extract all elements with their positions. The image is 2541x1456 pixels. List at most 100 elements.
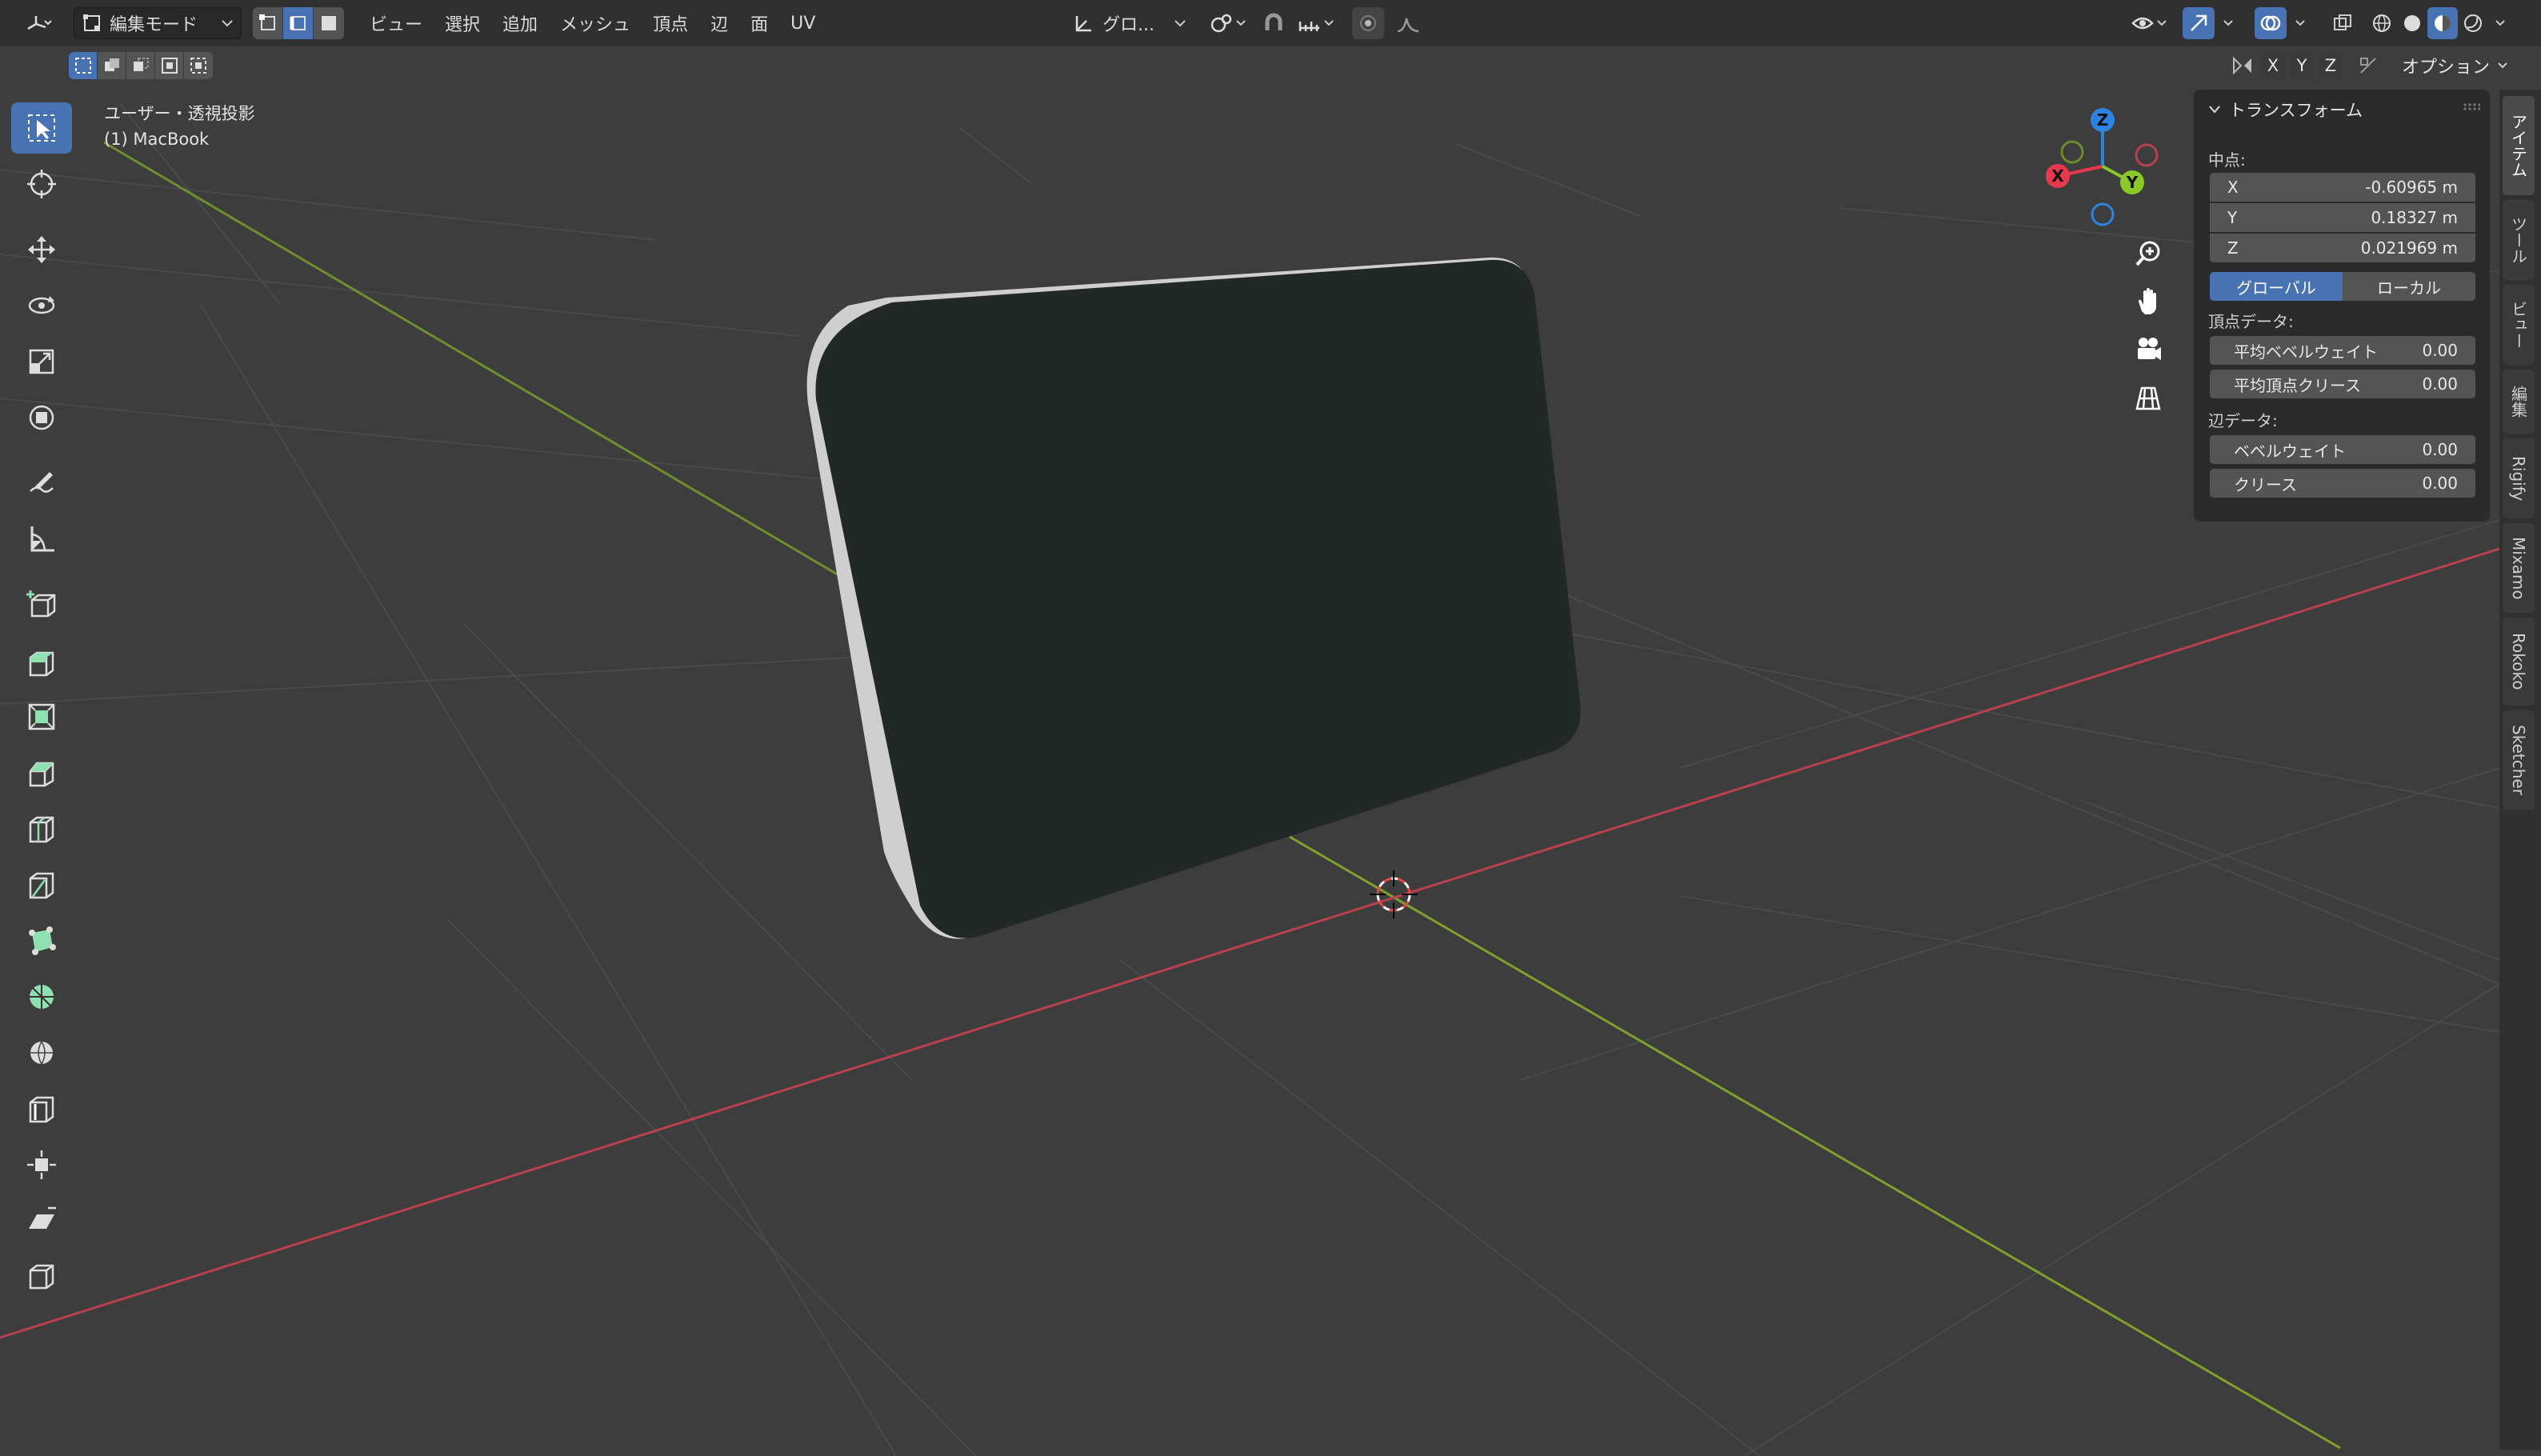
xray-toggle[interactable] xyxy=(2327,7,2359,39)
smooth-tool[interactable] xyxy=(11,1027,72,1078)
transform-tool[interactable] xyxy=(11,392,72,443)
crease-value: 0.00 xyxy=(2422,474,2458,493)
menu-view[interactable]: ビュー xyxy=(358,7,434,39)
y-axis-line xyxy=(103,141,841,578)
snap-target-dropdown[interactable] xyxy=(1291,7,1341,39)
select-subtract-button[interactable] xyxy=(126,52,155,79)
material-shading-button[interactable] xyxy=(2427,7,2458,39)
wireframe-shading-button[interactable] xyxy=(2367,7,2397,39)
menu-uv[interactable]: UV xyxy=(779,7,826,39)
proportional-edit-toggle[interactable] xyxy=(1352,7,1384,39)
edge-slide-tool[interactable] xyxy=(11,1083,72,1134)
tab-rigify[interactable]: Rigify xyxy=(2503,438,2535,518)
select-new-button[interactable] xyxy=(69,52,98,79)
mean-bevel-weight-field[interactable]: 平均ベベルウェイト 0.00 xyxy=(2210,336,2475,365)
transform-orientation-dropdown[interactable]: グロ... xyxy=(1066,7,1194,39)
chevron-down-icon xyxy=(2495,19,2505,27)
navigation-gizmo[interactable]: Z X Y xyxy=(2032,101,2160,229)
transform-panel-header[interactable]: トランスフォーム xyxy=(2208,98,2363,122)
spin-tool[interactable] xyxy=(11,971,72,1022)
bevel-weight-field[interactable]: ベベルウェイト 0.00 xyxy=(2210,435,2475,464)
knife-tool[interactable] xyxy=(11,859,72,910)
overlays-dropdown[interactable] xyxy=(2288,7,2312,39)
tab-edit[interactable]: 編集 xyxy=(2503,370,2535,434)
select-intersect-button[interactable] xyxy=(184,52,213,79)
median-z-field[interactable]: Z 0.021969 m xyxy=(2210,234,2475,262)
select-extend-button[interactable] xyxy=(98,52,126,79)
topology-mirror-toggle[interactable] xyxy=(2352,52,2384,79)
ortho-toggle-button[interactable] xyxy=(2127,376,2170,419)
local-space-button[interactable]: ローカル xyxy=(2343,272,2475,301)
median-x-field[interactable]: X -0.60965 m xyxy=(2210,173,2475,202)
camera-view-button[interactable] xyxy=(2127,328,2170,371)
gizmo-toggle[interactable] xyxy=(2183,7,2215,39)
options-dropdown[interactable]: オプション xyxy=(2395,52,2514,79)
extrude-tool[interactable] xyxy=(11,635,72,686)
face-select-button[interactable] xyxy=(314,7,344,39)
rotate-tool[interactable] xyxy=(11,280,72,331)
median-y-value: 0.18327 m xyxy=(2371,208,2458,227)
select-invert-button[interactable] xyxy=(155,52,184,79)
menu-edge[interactable]: 辺 xyxy=(699,7,739,39)
inset-faces-tool[interactable] xyxy=(11,691,72,742)
menu-add[interactable]: 追加 xyxy=(491,7,549,39)
loop-cut-tool[interactable] xyxy=(11,803,72,854)
shading-dropdown[interactable] xyxy=(2488,7,2512,39)
mirror-z-toggle[interactable]: Z xyxy=(2319,52,2343,79)
measure-tool[interactable] xyxy=(11,514,72,565)
rendered-shading-button[interactable] xyxy=(2458,7,2488,39)
crease-field[interactable]: クリース 0.00 xyxy=(2210,469,2475,498)
menu-face[interactable]: 面 xyxy=(739,7,779,39)
scale-icon xyxy=(26,346,58,378)
add-cube-tool[interactable] xyxy=(11,579,72,630)
annotate-tool[interactable] xyxy=(11,458,72,509)
pivot-point-dropdown[interactable] xyxy=(1206,7,1250,39)
tab-tool[interactable]: ツール xyxy=(2503,200,2535,280)
crease-label: クリース xyxy=(2234,474,2297,494)
mean-vertex-crease-field[interactable]: 平均頂点クリース 0.00 xyxy=(2210,370,2475,398)
move-tool[interactable] xyxy=(11,224,72,275)
shear-tool[interactable] xyxy=(11,1195,72,1246)
proportional-falloff-dropdown[interactable] xyxy=(1386,7,1431,39)
tab-sketcher-label: Sketcher xyxy=(2509,725,2528,795)
bevel-tool[interactable] xyxy=(11,747,72,798)
gizmo-y-label: Y xyxy=(2126,173,2139,192)
menu-mesh[interactable]: メッシュ xyxy=(549,7,642,39)
mirror-y-toggle[interactable]: Y xyxy=(2290,52,2314,79)
edge-select-button[interactable] xyxy=(283,7,314,39)
tab-item[interactable]: アイテム xyxy=(2503,96,2535,195)
snap-toggle[interactable] xyxy=(1258,7,1290,39)
editor-type-button[interactable] xyxy=(14,7,62,39)
tab-sketcher[interactable]: Sketcher xyxy=(2503,710,2535,810)
overlays-toggle[interactable] xyxy=(2255,7,2287,39)
select-box-tool[interactable] xyxy=(11,102,72,154)
zoom-view-button[interactable] xyxy=(2127,232,2170,275)
tab-mixamo[interactable]: Mixamo xyxy=(2503,523,2535,613)
tab-view[interactable]: ビュー xyxy=(2503,285,2535,365)
solid-shading-button[interactable] xyxy=(2397,7,2427,39)
cursor-tool[interactable] xyxy=(11,158,72,210)
drag-handle-icon[interactable] xyxy=(2463,102,2480,110)
global-space-button[interactable]: グローバル xyxy=(2210,272,2343,301)
gizmo-dropdown[interactable] xyxy=(2216,7,2240,39)
rip-region-tool[interactable] xyxy=(11,1251,72,1302)
poly-build-tool[interactable] xyxy=(11,915,72,966)
visibility-dropdown[interactable] xyxy=(2125,7,2173,39)
shrink-fatten-tool[interactable] xyxy=(11,1139,72,1190)
median-y-field[interactable]: Y 0.18327 m xyxy=(2210,203,2475,232)
axes-editor-icon xyxy=(25,13,52,34)
mean-bevel-weight-value: 0.00 xyxy=(2422,341,2458,360)
menu-select[interactable]: 選択 xyxy=(434,7,491,39)
tab-rokoko[interactable]: Rokoko xyxy=(2503,618,2535,706)
vertex-select-button[interactable] xyxy=(253,7,283,39)
pan-view-button[interactable] xyxy=(2127,280,2170,323)
chevron-down-icon xyxy=(2498,62,2507,70)
median-label: 中点: xyxy=(2208,150,2246,170)
mirror-x-toggle[interactable]: X xyxy=(2261,52,2285,79)
menu-vertex[interactable]: 頂点 xyxy=(642,7,699,39)
gizmo-neg-y xyxy=(2060,140,2084,164)
mode-dropdown[interactable]: 編集モード xyxy=(74,7,242,39)
scale-tool[interactable] xyxy=(11,336,72,387)
rendered-sphere-icon xyxy=(2463,14,2483,33)
inset-icon xyxy=(26,701,58,733)
